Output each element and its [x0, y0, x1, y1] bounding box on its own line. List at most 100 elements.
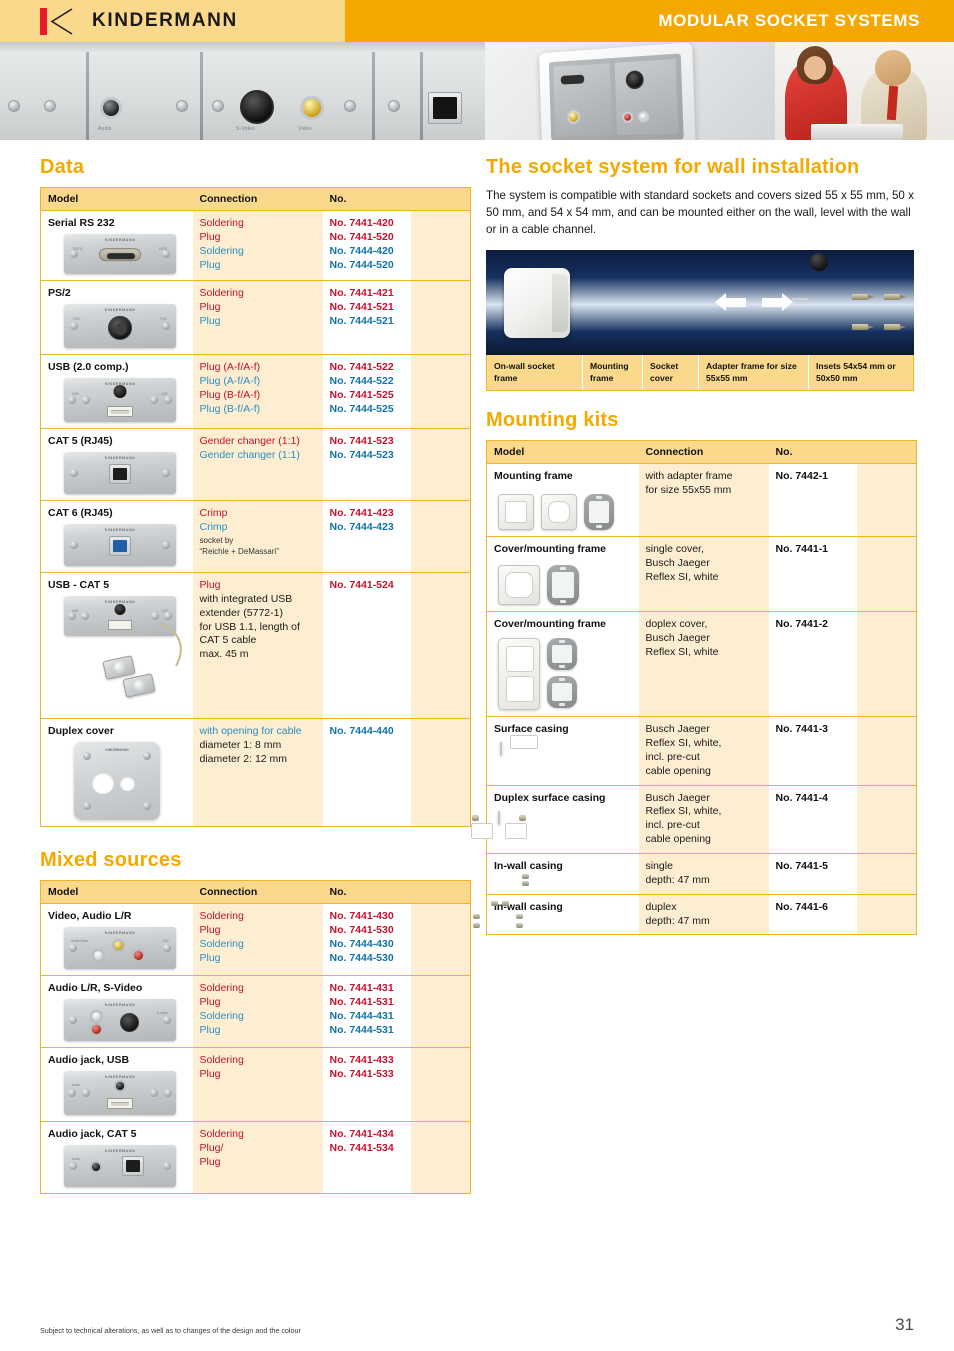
connection-line: Soldering: [199, 982, 244, 994]
column-header-connection: Connection: [638, 440, 769, 464]
cell-spacer: [856, 716, 917, 786]
cell-connection: doplex cover, Busch Jaeger Reflex SI, whit…: [638, 611, 769, 717]
cell-model: USB (2.0 comp.) KINDERMANN USB OUT: [40, 354, 193, 429]
model-name: USB (2.0 comp.): [48, 361, 129, 373]
table-row: In-wall casing single depth: 47 mm No. 744…: [486, 853, 917, 907]
model-name: CAT 5 (RJ45): [48, 435, 113, 447]
connection-line: extender (5772-1): [199, 606, 283, 619]
article-number: No. 7444-531: [329, 1023, 394, 1036]
connection-line: Crimp: [199, 507, 228, 519]
connection-line: Plug: [199, 258, 221, 271]
brand-block: KINDERMANN: [0, 0, 345, 42]
table-row: Surface casing Busch Jaeger Reflex SI, wh…: [486, 716, 917, 786]
cell-article-number: No. 7441-5: [768, 853, 857, 895]
diagram-caption-1: Mounting frame: [583, 355, 643, 391]
cell-spacer: [856, 611, 917, 717]
cell-article-number: No. 7441-423 No. 7444-423: [322, 500, 411, 573]
cell-spacer: [410, 428, 471, 501]
article-number: No. 7444-521: [329, 314, 394, 327]
connection-line: Reflex SI, white: [645, 570, 719, 583]
hero-connector-panel-photo: Audio S-Video Video: [0, 42, 485, 140]
cat6-rj45-faceplate-image: KINDERMANN: [48, 524, 186, 566]
usb-cat5-extender-faceplate-image: KINDERMANN USB OUT: [48, 596, 186, 712]
cell-model: In-wall casing: [486, 853, 639, 907]
cell-article-number: No. 7441-421 No. 7441-521 No. 7444-521: [322, 280, 411, 355]
single-cover-mounting-frame-image: [494, 565, 632, 606]
connection-line: Plug: [199, 300, 221, 313]
column-header-model: Model: [40, 187, 193, 211]
connection-line: Reflex SI, white,: [645, 805, 722, 818]
cell-spacer: [856, 853, 917, 895]
data-table: Model Connection No. Serial RS 232 KINDE…: [40, 187, 471, 827]
connection-line: depth: 47 mm: [645, 873, 710, 886]
cell-model: Video, Audio L/R KINDERMANN Audio/Video O…: [40, 903, 193, 976]
connection-line: cable opening: [645, 764, 711, 777]
cell-connection: with adapter frame for size 55x55 mm: [638, 463, 769, 537]
connection-line: Plug (A-f/A-f): [199, 374, 261, 387]
table-row: Cover/mounting frame doplex cover, Busch …: [486, 611, 917, 717]
connection-line: incl. pre-cut: [645, 819, 700, 832]
diagram-caption-0: On-wall socket frame: [487, 355, 583, 391]
article-number: No. 7444-420: [329, 244, 394, 257]
connection-line: Soldering: [199, 287, 244, 299]
connection-line: Reflex SI, white,: [645, 737, 722, 750]
article-number: No. 7441-522: [329, 361, 394, 373]
table-row: USB - CAT 5 KINDERMANN USB OUT Plug with i…: [40, 572, 471, 719]
cell-connection: Plug (A-f/A-f) Plug (A-f/A-f) Plug (B-f/A-…: [192, 354, 323, 429]
cell-spacer: [410, 210, 471, 281]
right-column: The socket system for wall installation …: [471, 152, 917, 1194]
cell-connection: Soldering Plug/Plug: [192, 1121, 323, 1194]
cell-connection: Soldering Plug Soldering Plug: [192, 975, 323, 1048]
article-number: No. 7441-6: [775, 900, 829, 913]
connection-line: Soldering: [199, 217, 244, 229]
connection-line: Soldering: [199, 1128, 244, 1140]
cell-spacer: [410, 572, 471, 719]
connection-line: Gender changer (1:1): [199, 435, 300, 447]
article-number: No. 7444-520: [329, 258, 394, 271]
model-name: Duplex surface casing: [494, 791, 606, 804]
article-number: No. 7444-525: [329, 402, 394, 415]
mounting-kits-heading: Mounting kits: [486, 409, 619, 432]
cell-connection: Plug with integrated USB extender (5772-1)…: [192, 572, 323, 719]
cell-connection: Soldering Plug Soldering Plug: [192, 903, 323, 976]
usb-faceplate-image: KINDERMANN USB OUT: [48, 378, 186, 422]
cell-connection: Soldering Plug Soldering Plug: [192, 210, 323, 281]
connection-line: max. 45 m: [199, 648, 249, 661]
table-header-row: Model Connection No.: [40, 880, 471, 904]
table-row: CAT 6 (RJ45) KINDERMANN Crimp Crimp socket…: [40, 500, 471, 573]
article-number: No. 7441-523: [329, 435, 394, 447]
cell-spacer: [856, 784, 917, 854]
model-name: In-wall casing: [494, 900, 563, 913]
article-number: No. 7444-423: [329, 520, 394, 533]
column-header-no: No.: [322, 880, 411, 904]
page-number: 31: [895, 1315, 914, 1334]
cell-connection: single cover, Busch Jaeger Reflex SI, whit…: [638, 536, 769, 612]
cell-spacer: [410, 1121, 471, 1194]
table-row: Serial RS 232 KINDERMANN RS232 DATA Solde…: [40, 210, 471, 281]
connection-line: Plug: [199, 1155, 221, 1168]
footer-disclaimer: Subject to technical alterations, as wel…: [40, 1326, 301, 1335]
article-number: No. 7441-1: [775, 543, 829, 556]
wall-installation-intro: The system is compatible with standard s…: [486, 189, 914, 237]
article-number: No. 7441-2: [775, 618, 829, 631]
connection-line: Plug/: [199, 1141, 224, 1154]
table-row: Duplex surface casing Busch Jaeger Reflex…: [471, 784, 917, 854]
connection-line: Soldering: [199, 1009, 244, 1022]
article-number: No. 7441-534: [329, 1141, 394, 1154]
cell-model: Audio L/R, S-Video KINDERMANN S-Video: [40, 975, 193, 1048]
exploded-socket-assembly-diagram: [486, 250, 914, 356]
column-header-spacer: [410, 880, 471, 904]
cell-model: Duplex surface casing: [471, 784, 639, 854]
article-number: No. 7441-525: [329, 388, 394, 401]
article-number: No. 7441-530: [329, 923, 394, 936]
connection-line: CAT 5 cable: [199, 634, 257, 647]
article-number: No. 7444-430: [329, 937, 394, 950]
article-number: No. 7444-523: [329, 448, 394, 461]
connection-line: single cover,: [645, 543, 704, 556]
cell-article-number: No. 7441-433 No. 7441-533: [322, 1047, 411, 1122]
article-number: No. 7441-434: [329, 1128, 394, 1140]
kindermann-chevron-logo-icon: [40, 6, 80, 36]
connection-line: Soldering: [199, 1054, 244, 1066]
cell-connection: Soldering Plug: [192, 1047, 323, 1122]
cell-model: Audio jack, USB KINDERMANN Audio: [40, 1047, 193, 1122]
